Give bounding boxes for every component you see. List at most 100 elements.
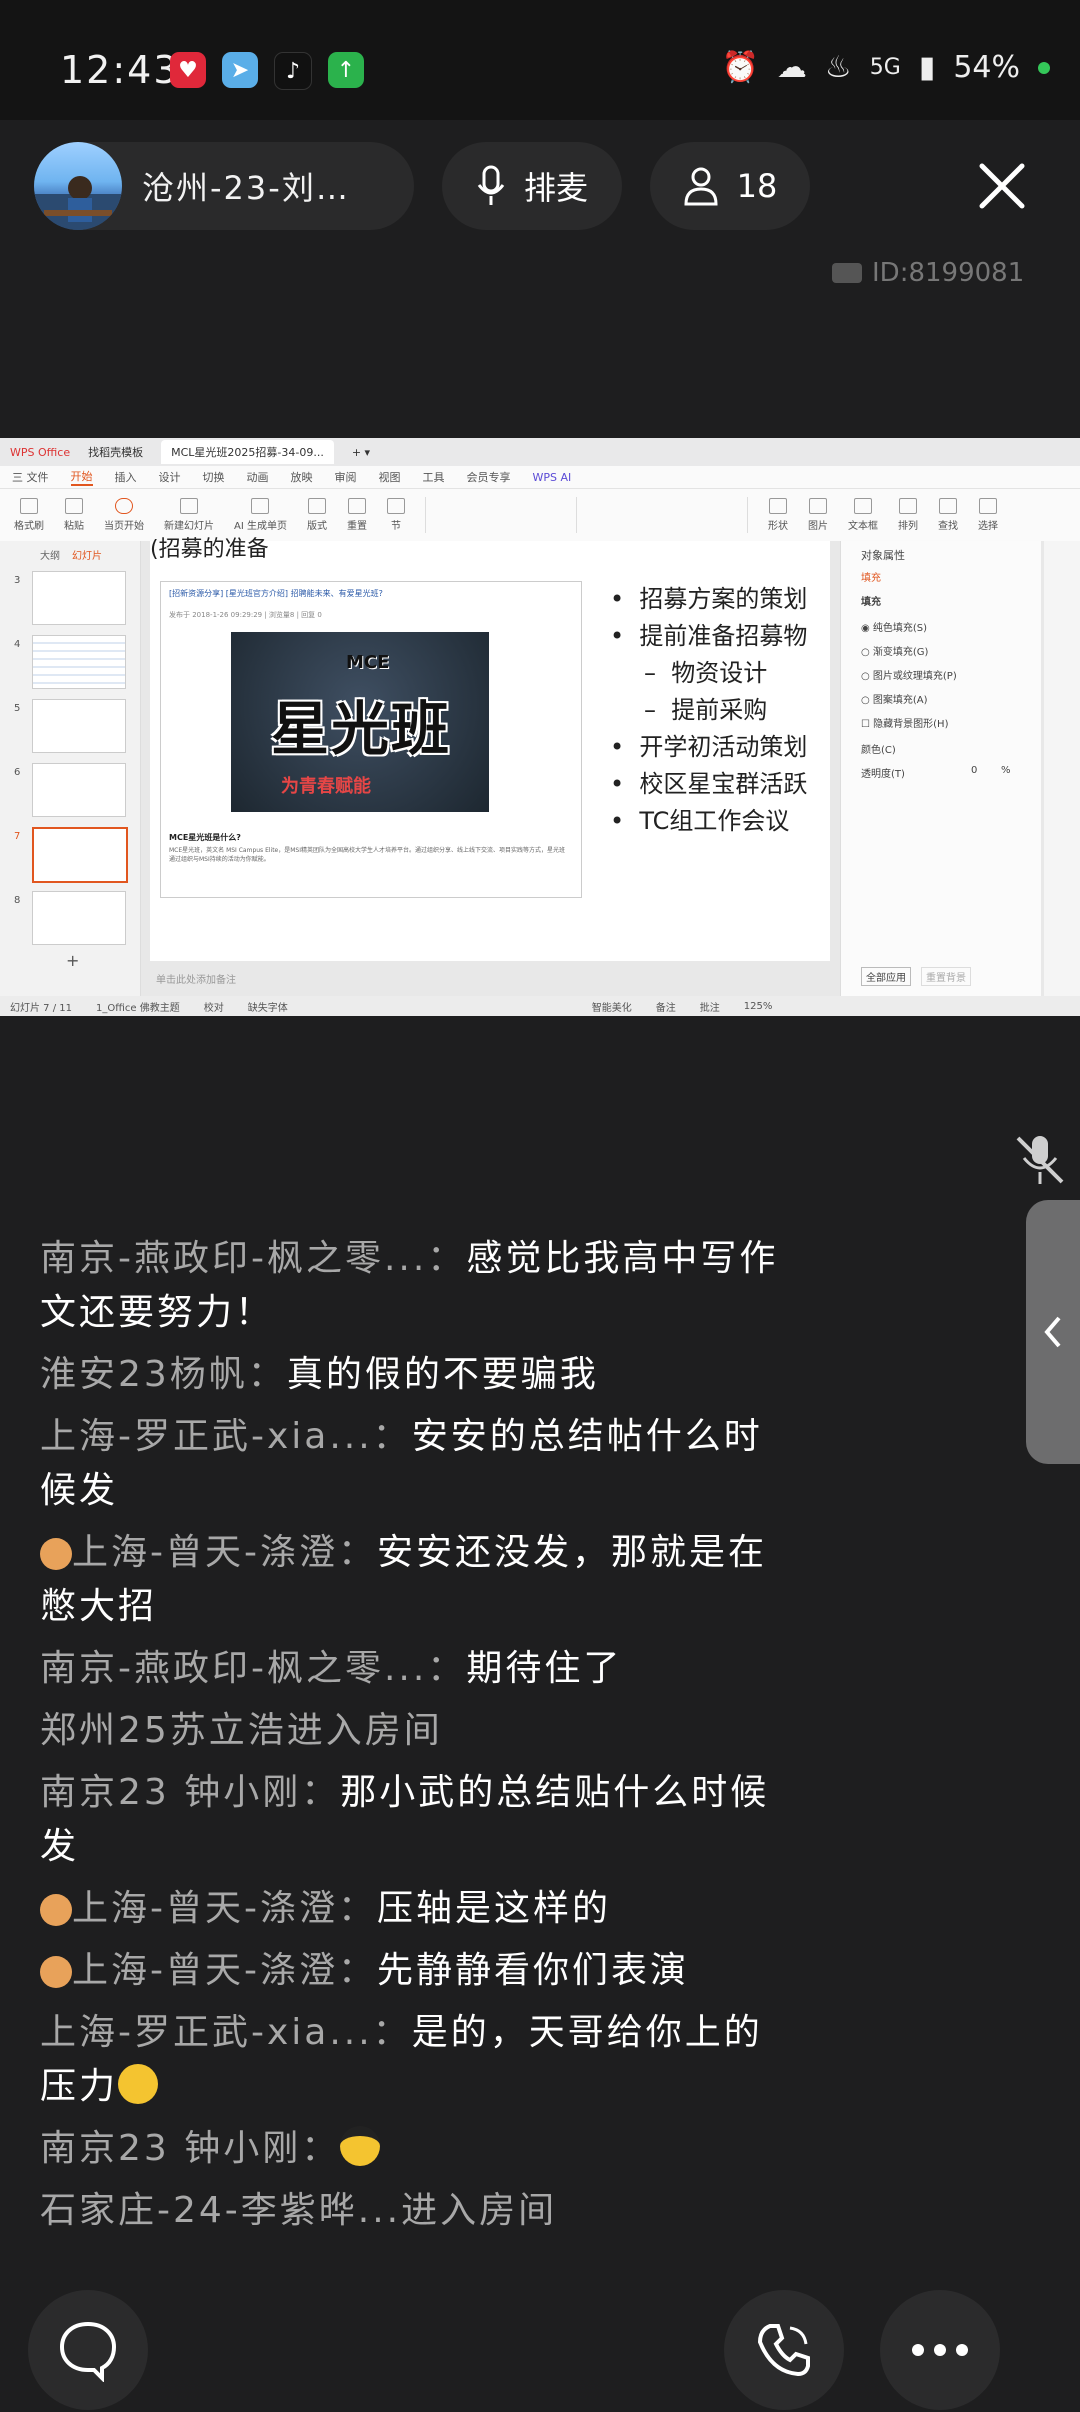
new-slide-button[interactable]: 新建幻灯片 [164,498,214,532]
room-header: 沧州-23-刘… 排麦 18 ID:8199081 [0,120,1080,440]
menu-view[interactable]: 视图 [379,469,401,485]
call-button[interactable] [724,2290,844,2410]
chat-message: 南京-燕政印-枫之零...：期待住了 [40,1648,623,1689]
video-icon [832,263,862,283]
new-tab-icon[interactable]: + ▾ [352,446,370,459]
mic-icon [477,165,505,205]
menu-slideshow[interactable]: 放映 [291,469,313,485]
chat-message: 上海-罗正武-xia...：是的，天哥给你上的压力 [40,2012,763,2107]
zoom-level[interactable]: 125% [744,1001,773,1012]
fill-option-gradient[interactable]: ○ 渐变填充(G) [861,643,928,658]
slide-thumbnails: 大纲 幻灯片 3 4 5 6 7 8 + [0,541,141,996]
theme-name: 1_Office 佛教主题 [96,1002,180,1014]
fill-option-pattern[interactable]: ○ 图案填充(A) [861,691,928,706]
queue-mic-button[interactable]: 排麦 [442,142,622,230]
close-icon[interactable] [972,156,1032,216]
menu-transition[interactable]: 切换 [203,469,225,485]
participants-count: 18 [736,167,778,205]
section-button[interactable]: 节 [386,498,405,532]
format-painter-button[interactable]: 格式刷 [14,498,44,532]
slide-thumb-4[interactable] [32,635,126,689]
shared-screen[interactable]: WPS Office 找稻壳模板 MCL星光班2025招募-34-09... +… [0,438,1080,1016]
object-properties-panel: 对象属性 填充 填充 ◉ 纯色填充(S) ○ 渐变填充(G) ○ 图片或纹理填充… [840,541,1041,996]
shape-button[interactable]: 形状 [768,498,788,532]
chevron-left-icon [1044,1316,1061,1348]
menu-insert[interactable]: 插入 [115,469,137,485]
green-upload-icon: ↑ [328,52,364,88]
cake-icon: ♨ [824,50,852,85]
status-time: 12:43 [60,48,180,92]
missing-font[interactable]: 缺失字体 [248,999,288,1014]
host-avatar[interactable] [34,142,122,230]
menu-wps-ai[interactable]: WPS AI [533,471,572,484]
slide-thumb-7[interactable] [32,827,128,883]
slide-thumb-3[interactable] [32,571,126,625]
find-button[interactable]: 查找 [938,498,958,532]
participants-button[interactable]: 18 [650,142,810,230]
textbox-button[interactable]: 文本框 [848,498,878,532]
paragraph-controls[interactable] [597,497,748,533]
cool-emoji-icon [340,2126,381,2166]
apply-all-button[interactable]: 全部应用 [861,967,911,986]
chat-message: 郑州25苏立浩进入房间 [40,1710,443,1751]
menu-design[interactable]: 设计 [159,469,181,485]
menu-animation[interactable]: 动画 [247,469,269,485]
reset-background-button[interactable]: 重置背景 [921,967,971,986]
smart-beautify[interactable]: 智能美化 [592,999,632,1014]
color-label: 颜色(C) [861,745,896,756]
chat-button[interactable] [28,2290,148,2410]
comment-toggle[interactable]: 批注 [700,999,720,1014]
bullet-item: • 开学初活动策划 [610,733,808,761]
wps-workspace: 大纲 幻灯片 3 4 5 6 7 8 + (招募的准备 [招新资源分享] [星光… [0,537,1080,996]
notification-app-icons: ♥ ➤ ♪ ↑ [170,52,364,90]
font-controls[interactable] [424,497,577,533]
grin-emoji-icon [118,2064,159,2104]
slide-thumb-6[interactable] [32,763,126,817]
right-tool-strip[interactable] [1044,541,1080,996]
props-fill-tab[interactable]: 填充 [861,569,881,584]
proofread[interactable]: 校对 [204,999,224,1014]
more-button[interactable] [880,2290,1000,2410]
hide-bg-checkbox[interactable]: ☐ 隐藏背景图形(H) [861,715,948,730]
host-pill[interactable]: 沧州-23-刘… [34,142,414,230]
chat-message: 南京-燕政印-枫之零...：感觉比我高中写作文还要努力！ [40,1238,779,1333]
fill-option-solid[interactable]: ◉ 纯色填充(S) [861,619,927,634]
slide-canvas[interactable]: (招募的准备 [招新资源分享] [星光班官方介绍] 招聘能未来、有爱星光班? 发… [150,537,830,961]
notes-toggle[interactable]: 备注 [656,999,676,1014]
slide-thumb-8[interactable] [32,891,126,945]
slides-tab[interactable]: 幻灯片 [72,547,102,562]
slide-counter: 幻灯片 7 / 11 [10,1002,72,1014]
props-fill-section: 填充 [861,597,881,608]
outline-tab[interactable]: 大纲 [40,547,60,562]
chat-message: 上海-曾天-涤澄：压轴是这样的 [40,1882,780,1936]
notes-placeholder[interactable]: 单击此处添加备注 [156,971,236,986]
start-slideshow-button[interactable]: 当页开始 [104,498,144,532]
wps-tab-document[interactable]: MCL星光班2025招募-34-09... [161,440,334,464]
person-icon [684,167,718,206]
thumb-number: 7 [14,831,21,842]
menu-home[interactable]: 开始 [70,468,93,486]
fill-option-picture[interactable]: ○ 图片或纹理填充(P) [861,667,957,682]
menu-review[interactable]: 审阅 [335,469,357,485]
mic-muted-icon [1016,1136,1064,1184]
red-app-icon: ♥ [170,52,206,88]
alarm-icon: ⏰ [721,50,759,85]
arrange-button[interactable]: 排列 [898,498,918,532]
picture-button[interactable]: 图片 [808,498,828,532]
ai-page-button[interactable]: AI 生成单页 [234,498,287,532]
wps-menu-bar: 三 文件 开始 插入 设计 切换 动画 放映 审阅 视图 工具 会员专享 WPS… [0,466,1080,489]
side-panel-toggle[interactable] [1026,1200,1080,1464]
add-slide-icon[interactable]: + [66,951,79,970]
menu-file[interactable]: 三 文件 [12,469,49,485]
paste-button[interactable]: 粘贴 [64,498,84,532]
reset-button[interactable]: 重置 [347,498,367,532]
layout-button[interactable]: 版式 [307,498,327,532]
select-button[interactable]: 选择 [978,498,998,532]
transparency-value[interactable]: 0 [971,765,977,776]
wps-tab-template[interactable]: 找稻壳模板 [88,444,143,460]
card-header: [招新资源分享] [星光班官方介绍] 招聘能未来、有爱星光班? [169,589,383,598]
wps-app-tab[interactable]: WPS Office [10,446,70,459]
slide-thumb-5[interactable] [32,699,126,753]
menu-member[interactable]: 会员专享 [467,469,511,485]
menu-tools[interactable]: 工具 [423,469,445,485]
